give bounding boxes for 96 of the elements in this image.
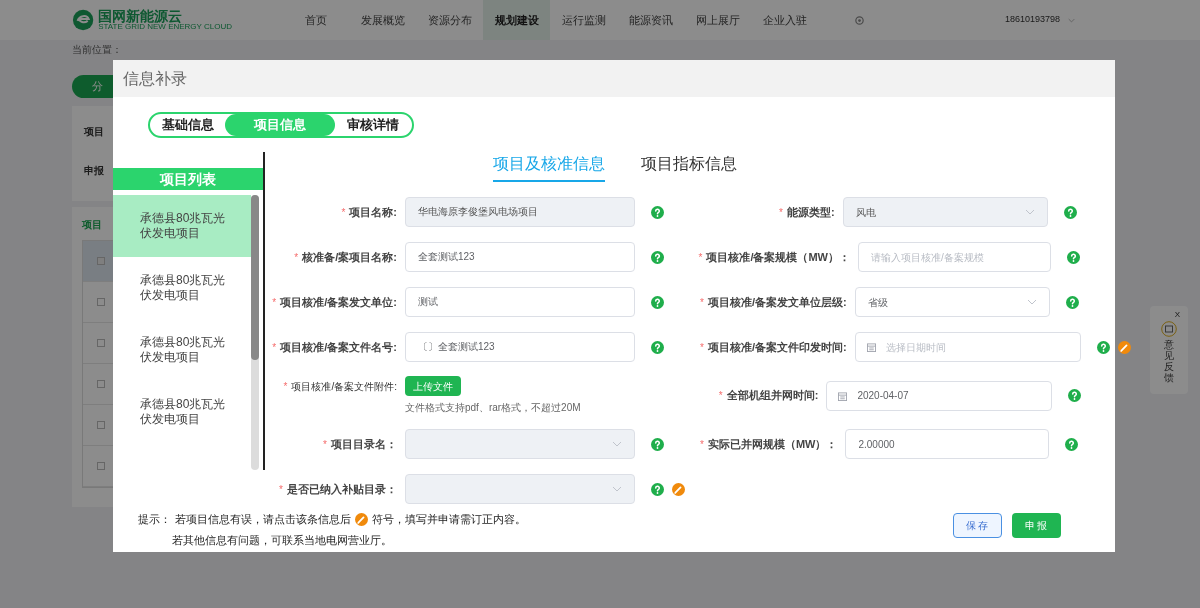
project-list-item[interactable]: 承德县80兆瓦光伏发电项目 <box>113 381 251 443</box>
step-tab[interactable]: 审核详情 <box>335 114 410 136</box>
project-list-item[interactable]: 承德县80兆瓦光伏发电项目 <box>113 195 251 257</box>
logo-title: 国网新能源云 <box>98 9 184 23</box>
save-button[interactable]: 保存 <box>953 513 1002 538</box>
help-icon[interactable] <box>1064 437 1078 451</box>
section-tab[interactable]: 项目及核准信息 <box>493 152 605 182</box>
help-icon[interactable] <box>651 340 664 354</box>
help-icon[interactable] <box>1068 389 1082 402</box>
row-checkbox[interactable] <box>97 257 105 265</box>
required-mark: * <box>272 295 277 310</box>
filter-label: 项目 <box>84 125 105 139</box>
chevron-down-icon <box>1068 17 1076 23</box>
text-field[interactable]: 请输入项目核准/备案规模 <box>858 242 1051 272</box>
field-label: 能源类型: <box>786 204 835 220</box>
text-field[interactable]: 全套测试123 <box>405 242 635 272</box>
field-label: 实际已并网规模（MW）： <box>707 436 838 452</box>
field-label: 项目核准/备案文件名号: <box>280 339 397 355</box>
field-label: 项目名称: <box>349 204 397 220</box>
row-checkbox[interactable] <box>97 298 105 306</box>
tip-text: 符号，填写并申请需订正内容。 <box>372 512 526 527</box>
logo-subtitle: STATE GRID NEW ENERGY CLOUD <box>98 23 232 31</box>
row-checkbox[interactable] <box>97 380 105 388</box>
upload-button[interactable]: 上传文件 <box>405 376 461 396</box>
help-icon[interactable] <box>1066 295 1080 309</box>
nav-tab[interactable]: 企业入驻 <box>751 0 818 40</box>
row-checkbox[interactable] <box>97 421 105 429</box>
field-label: 全部机组并网时间: <box>726 388 819 404</box>
feedback-label: 意见反馈 <box>1164 339 1174 383</box>
help-icon[interactable] <box>1096 340 1110 354</box>
field-label: 核准备/案项目名称: <box>302 249 397 265</box>
help-icon[interactable] <box>651 295 664 309</box>
settings-icon[interactable] <box>854 14 865 26</box>
nav-tab[interactable]: 规划建设 <box>483 0 550 40</box>
required-mark: * <box>700 340 704 355</box>
submit-button[interactable]: 申报 <box>1012 513 1061 538</box>
step-tab[interactable]: 基础信息 <box>150 114 225 136</box>
upload-hint: 文件格式支持pdf、rar格式，不超过20M <box>405 401 581 415</box>
close-button[interactable]: X <box>1174 309 1180 321</box>
field-label: 项目核准/备案规模（MW）： <box>706 249 850 265</box>
date-field[interactable]: 2020-04-07 <box>826 380 1053 411</box>
user-menu[interactable]: 18610193798 <box>1005 13 1076 27</box>
chevron-down-icon <box>1025 209 1036 215</box>
tip-text: 若其他信息有问题，可联系当地电网营业厅。 <box>171 532 393 548</box>
required-mark: * <box>698 250 703 265</box>
row-checkbox[interactable] <box>97 339 105 347</box>
required-mark: * <box>294 250 299 265</box>
text-field[interactable]: 〔〕全套测试123 <box>405 332 635 362</box>
scrollbar[interactable] <box>251 195 259 470</box>
project-list-item[interactable]: 承德县80兆瓦光伏发电项目 <box>113 319 251 381</box>
required-mark: * <box>279 482 283 497</box>
required-mark: * <box>700 437 704 452</box>
text-field[interactable]: 测试 <box>405 287 635 317</box>
required-mark: * <box>283 379 288 394</box>
required-mark: * <box>272 340 277 355</box>
calendar-icon <box>838 391 848 401</box>
nav-tab[interactable]: 网上展厅 <box>684 0 751 40</box>
help-icon[interactable] <box>651 250 664 264</box>
required-mark: * <box>700 295 704 310</box>
nav-tab[interactable]: 发展概览 <box>349 0 416 40</box>
feedback-icon <box>1161 321 1177 337</box>
table-title: 项目 <box>82 218 103 232</box>
tip-text: 若项目信息有误，请点击该条信息后 <box>175 512 351 527</box>
field-label: 项目核准/备案发文单位层级: <box>707 294 847 310</box>
field-label: 项目核准/备案文件附件: <box>291 379 397 394</box>
help-icon[interactable] <box>1066 250 1080 264</box>
required-mark: * <box>323 437 327 452</box>
chevron-down-icon <box>1027 299 1038 305</box>
field-label: 项目核准/备案文件印发时间: <box>707 339 847 355</box>
filter-label: 申报 <box>84 164 105 178</box>
chevron-down-icon <box>612 441 622 447</box>
logo-icon <box>72 8 95 32</box>
select-field[interactable]: 省级 <box>854 287 1051 317</box>
edit-icon[interactable] <box>355 512 368 526</box>
nav-tab[interactable]: 能源资讯 <box>617 0 684 40</box>
field-label: 项目目录名： <box>331 436 397 452</box>
chevron-down-icon <box>612 486 622 492</box>
nav-tab[interactable]: 运行监测 <box>550 0 617 40</box>
field-label: 项目核准/备案发文单位: <box>280 294 397 310</box>
dialog-title: 信息补录 <box>123 68 187 89</box>
required-mark: * <box>718 389 723 403</box>
feedback-widget[interactable]: X 意见反馈 <box>1150 306 1188 394</box>
project-list-item[interactable]: 承德县80兆瓦光伏发电项目 <box>113 257 251 319</box>
field-label: 是否已纳入补贴目录： <box>287 481 397 497</box>
required-mark: * <box>341 205 346 220</box>
edit-icon[interactable] <box>1117 340 1131 354</box>
row-checkbox[interactable] <box>97 462 105 470</box>
breadcrumb: 当前位置： <box>72 43 122 56</box>
calendar-icon <box>866 343 876 352</box>
tip-label: 提示： <box>138 512 171 527</box>
nav-tab[interactable]: 资源分布 <box>416 0 483 40</box>
required-mark: * <box>779 205 783 220</box>
list-title: 项目列表 <box>160 169 216 189</box>
section-tab[interactable]: 项目指标信息 <box>641 152 737 182</box>
text-field[interactable]: 2.00000 <box>845 429 1049 459</box>
nav-tab[interactable]: 首页 <box>282 0 349 40</box>
